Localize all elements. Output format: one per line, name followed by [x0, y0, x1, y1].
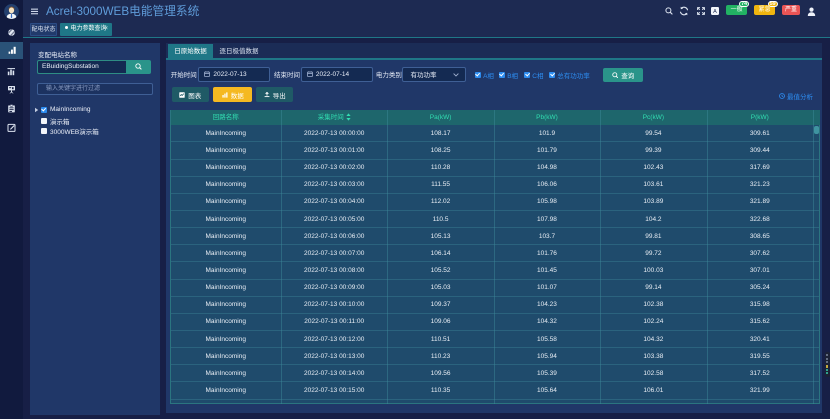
svg-text:A: A [713, 9, 717, 15]
